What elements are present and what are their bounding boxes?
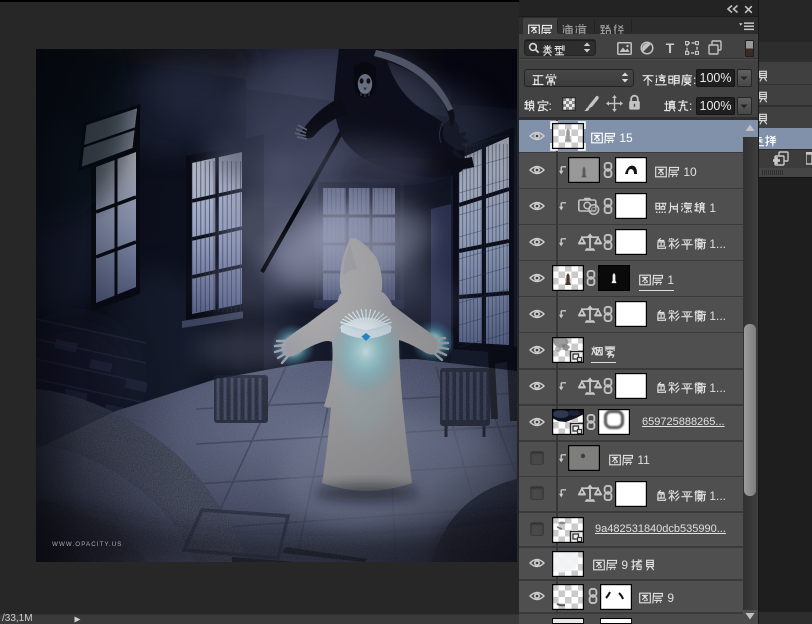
svg-text:WWW.OPACITY.US: WWW.OPACITY.US: [52, 541, 123, 548]
